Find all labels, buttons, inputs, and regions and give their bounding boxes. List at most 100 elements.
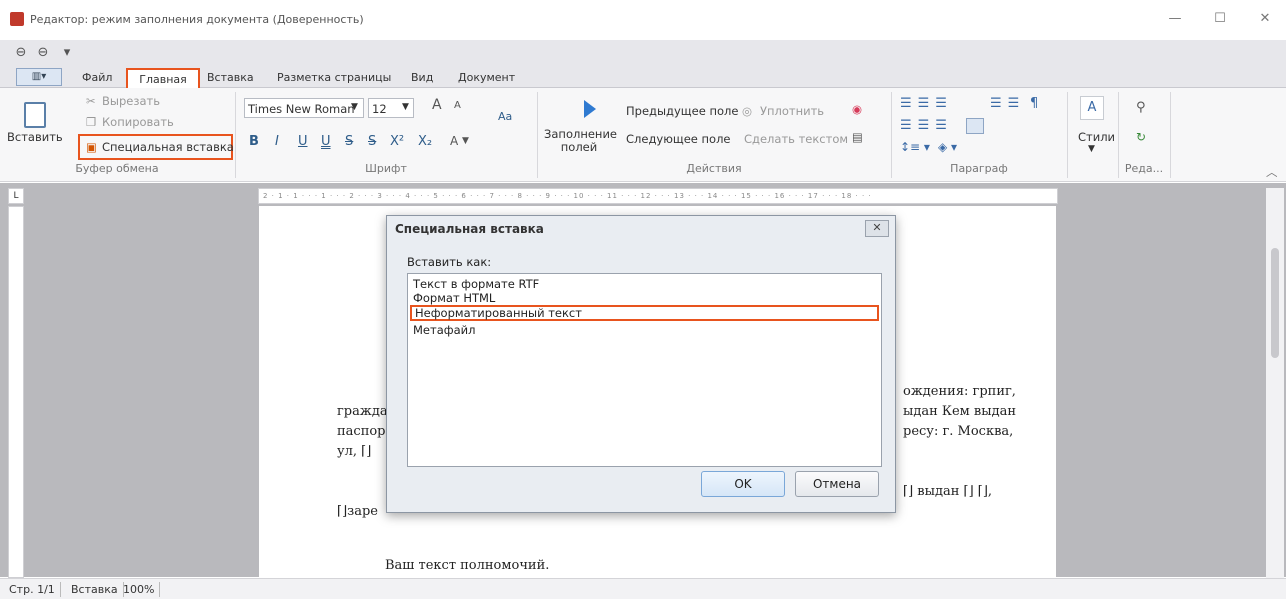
line-spacing-button[interactable]: ↕≡ ▾ — [900, 140, 930, 154]
status-bar: Стр. 1/1 Вставка 100% — [0, 578, 1286, 599]
next-field-button[interactable]: Следующее поле — [626, 132, 731, 146]
dialog-title: Специальная вставка — [395, 222, 544, 236]
font-color-button[interactable]: A — [450, 134, 458, 148]
superscript-button[interactable]: X² — [390, 134, 404, 149]
doc-line-4-left: ул, ⌈⌋ — [337, 444, 372, 459]
paste-icon[interactable] — [24, 102, 46, 128]
actions-group-label: Действия — [686, 162, 742, 175]
horizontal-ruler[interactable]: 2 · 1 · 1 · · · 1 · · · 2 · · · 3 · · · … — [258, 188, 1058, 204]
play-icon[interactable] — [584, 100, 596, 118]
undo-icon[interactable]: ⊖ — [12, 44, 30, 62]
chevron-down-icon: ▼ — [462, 136, 469, 146]
cut-icon: ✂ — [86, 94, 96, 108]
shrink-font-button[interactable]: A — [454, 100, 461, 111]
paste-special-dialog: Специальная вставка ✕ Вставить как: Текс… — [386, 215, 896, 513]
font-group-label: Шрифт — [365, 162, 407, 175]
ok-button[interactable]: OK — [701, 471, 785, 497]
chevron-down-icon: ▼ — [402, 102, 409, 112]
quick-access-toolbar: ⊖ ⊖ ▾ — [0, 40, 1286, 66]
cancel-button[interactable]: Отмена — [795, 471, 879, 497]
strikethrough-button[interactable]: S — [345, 134, 353, 149]
font-family-value: Times New Roman — [248, 102, 355, 116]
close-button[interactable]: ✕ — [1250, 8, 1280, 30]
zoom-indicator[interactable]: 100% — [118, 582, 161, 597]
title-bar: Редактор: режим заполнения документа (До… — [0, 0, 1286, 40]
prev-field-button[interactable]: Предыдущее поле — [626, 104, 738, 118]
font-size-value: 12 — [372, 102, 387, 116]
dialog-close-button[interactable]: ✕ — [865, 220, 889, 237]
window-title: Редактор: режим заполнения документа (До… — [30, 13, 364, 26]
chevron-down-icon: ▼ — [351, 102, 358, 112]
doc-line-3-left: паспорт — [337, 424, 393, 439]
clipboard-group-label: Буфер обмена — [75, 162, 159, 175]
listbox-item-metafile[interactable]: Метафайл — [410, 322, 879, 338]
ribbon: Вставить ✂ Вырезать ❐ Копировать ▣ Специ… — [0, 88, 1286, 182]
separator — [1170, 92, 1171, 178]
redo-icon[interactable]: ⊖ — [34, 44, 52, 62]
paste-special-button[interactable]: Специальная вставка — [102, 140, 234, 154]
ribbon-tab-bar: ▥▾ Файл Главная Вставка Разметка страниц… — [0, 66, 1286, 88]
font-family-select[interactable]: Times New Roman ▼ — [244, 98, 364, 118]
styles-icon[interactable]: A — [1080, 96, 1104, 120]
paragraph-group-label: Параграф — [950, 162, 1008, 175]
field-properties-icon[interactable]: ▤ — [852, 130, 863, 144]
minimize-button[interactable]: — — [1160, 8, 1190, 30]
copy-icon: ❐ — [86, 115, 97, 129]
double-strikethrough-button[interactable]: S — [368, 134, 376, 149]
separator — [1067, 92, 1068, 178]
bold-button[interactable]: B — [249, 134, 259, 149]
fill-fields-button[interactable]: Заполнение полей — [544, 128, 617, 154]
ribbon-tab-page-layout[interactable]: Разметка страницы — [277, 68, 391, 88]
justify-button[interactable] — [966, 118, 984, 134]
paste-format-listbox[interactable]: Текст в формате RTF Формат HTML Неформат… — [407, 273, 882, 467]
collapse-ribbon-icon[interactable]: ︿ — [1266, 164, 1278, 180]
chevron-down-icon: ▼ — [1088, 144, 1095, 154]
customize-qat-icon[interactable]: ▾ — [58, 44, 76, 62]
ribbon-tab-insert[interactable]: Вставка — [207, 68, 254, 88]
ribbon-tab-home[interactable]: Главная — [126, 68, 200, 88]
list-buttons[interactable]: ☰☰☰ — [900, 96, 953, 111]
ribbon-tab-view[interactable]: Вид — [411, 68, 433, 88]
listbox-item-html[interactable]: Формат HTML — [410, 290, 879, 306]
compact-button[interactable]: Уплотнить — [760, 104, 824, 118]
scrollbar-thumb[interactable] — [1271, 248, 1279, 358]
paste-button[interactable]: Вставить — [7, 130, 63, 144]
copy-button[interactable]: Копировать — [102, 115, 174, 129]
subscript-button[interactable]: X₂ — [418, 134, 432, 149]
page-indicator[interactable]: Стр. 1/1 — [4, 582, 61, 597]
doc-line-6-left: ⌈⌋заре — [337, 504, 378, 519]
shading-button[interactable]: ◈ ▾ — [938, 140, 957, 154]
vertical-scrollbar[interactable] — [1266, 188, 1284, 578]
italic-button[interactable]: I — [275, 134, 279, 149]
maximize-button[interactable]: ☐ — [1205, 8, 1235, 30]
doc-line-3-right: ресу: г. Москва, — [903, 424, 1014, 439]
align-buttons[interactable]: ☰☰☰ — [900, 118, 953, 133]
pilcrow-icon[interactable]: ¶ — [1030, 96, 1038, 111]
insert-mode-indicator[interactable]: Вставка — [66, 582, 124, 597]
tab-type-selector[interactable]: L — [8, 188, 24, 204]
font-size-select[interactable]: 12 ▼ — [368, 98, 414, 118]
make-text-button[interactable]: Сделать текстом — [744, 132, 848, 146]
double-underline-button[interactable]: U — [321, 134, 331, 149]
cut-button[interactable]: Вырезать — [102, 94, 160, 108]
styles-button[interactable]: Стили — [1078, 130, 1115, 144]
listbox-item-unformatted[interactable]: Неформатированный текст — [410, 305, 879, 321]
view-toggle-button[interactable]: ▥▾ — [16, 68, 62, 86]
paste-special-icon: ▣ — [86, 140, 97, 154]
doc-line-1-right: ождения: грпиг, — [903, 384, 1016, 399]
vertical-ruler[interactable] — [8, 206, 24, 578]
indent-buttons[interactable]: ☰☰ — [990, 96, 1025, 111]
replace-icon[interactable]: ↻ — [1136, 130, 1146, 144]
paste-as-label: Вставить как: — [407, 255, 492, 269]
app-icon — [10, 12, 24, 26]
change-case-button[interactable]: Aa — [498, 110, 512, 123]
find-icon[interactable]: ⚲ — [1136, 100, 1146, 115]
ribbon-tab-file[interactable]: Файл — [82, 68, 112, 88]
signal-icon[interactable]: ◉ — [852, 102, 862, 116]
underline-button[interactable]: U — [298, 134, 308, 149]
compact-icon: ◎ — [742, 104, 753, 118]
grow-font-button[interactable]: A — [432, 97, 442, 113]
doc-line-5-right: ⌈⌋ выдан ⌈⌋ ⌈⌋, — [903, 484, 993, 499]
doc-line-7: Ваш текст полномочий. — [385, 558, 550, 573]
ribbon-tab-document[interactable]: Документ — [458, 68, 515, 88]
